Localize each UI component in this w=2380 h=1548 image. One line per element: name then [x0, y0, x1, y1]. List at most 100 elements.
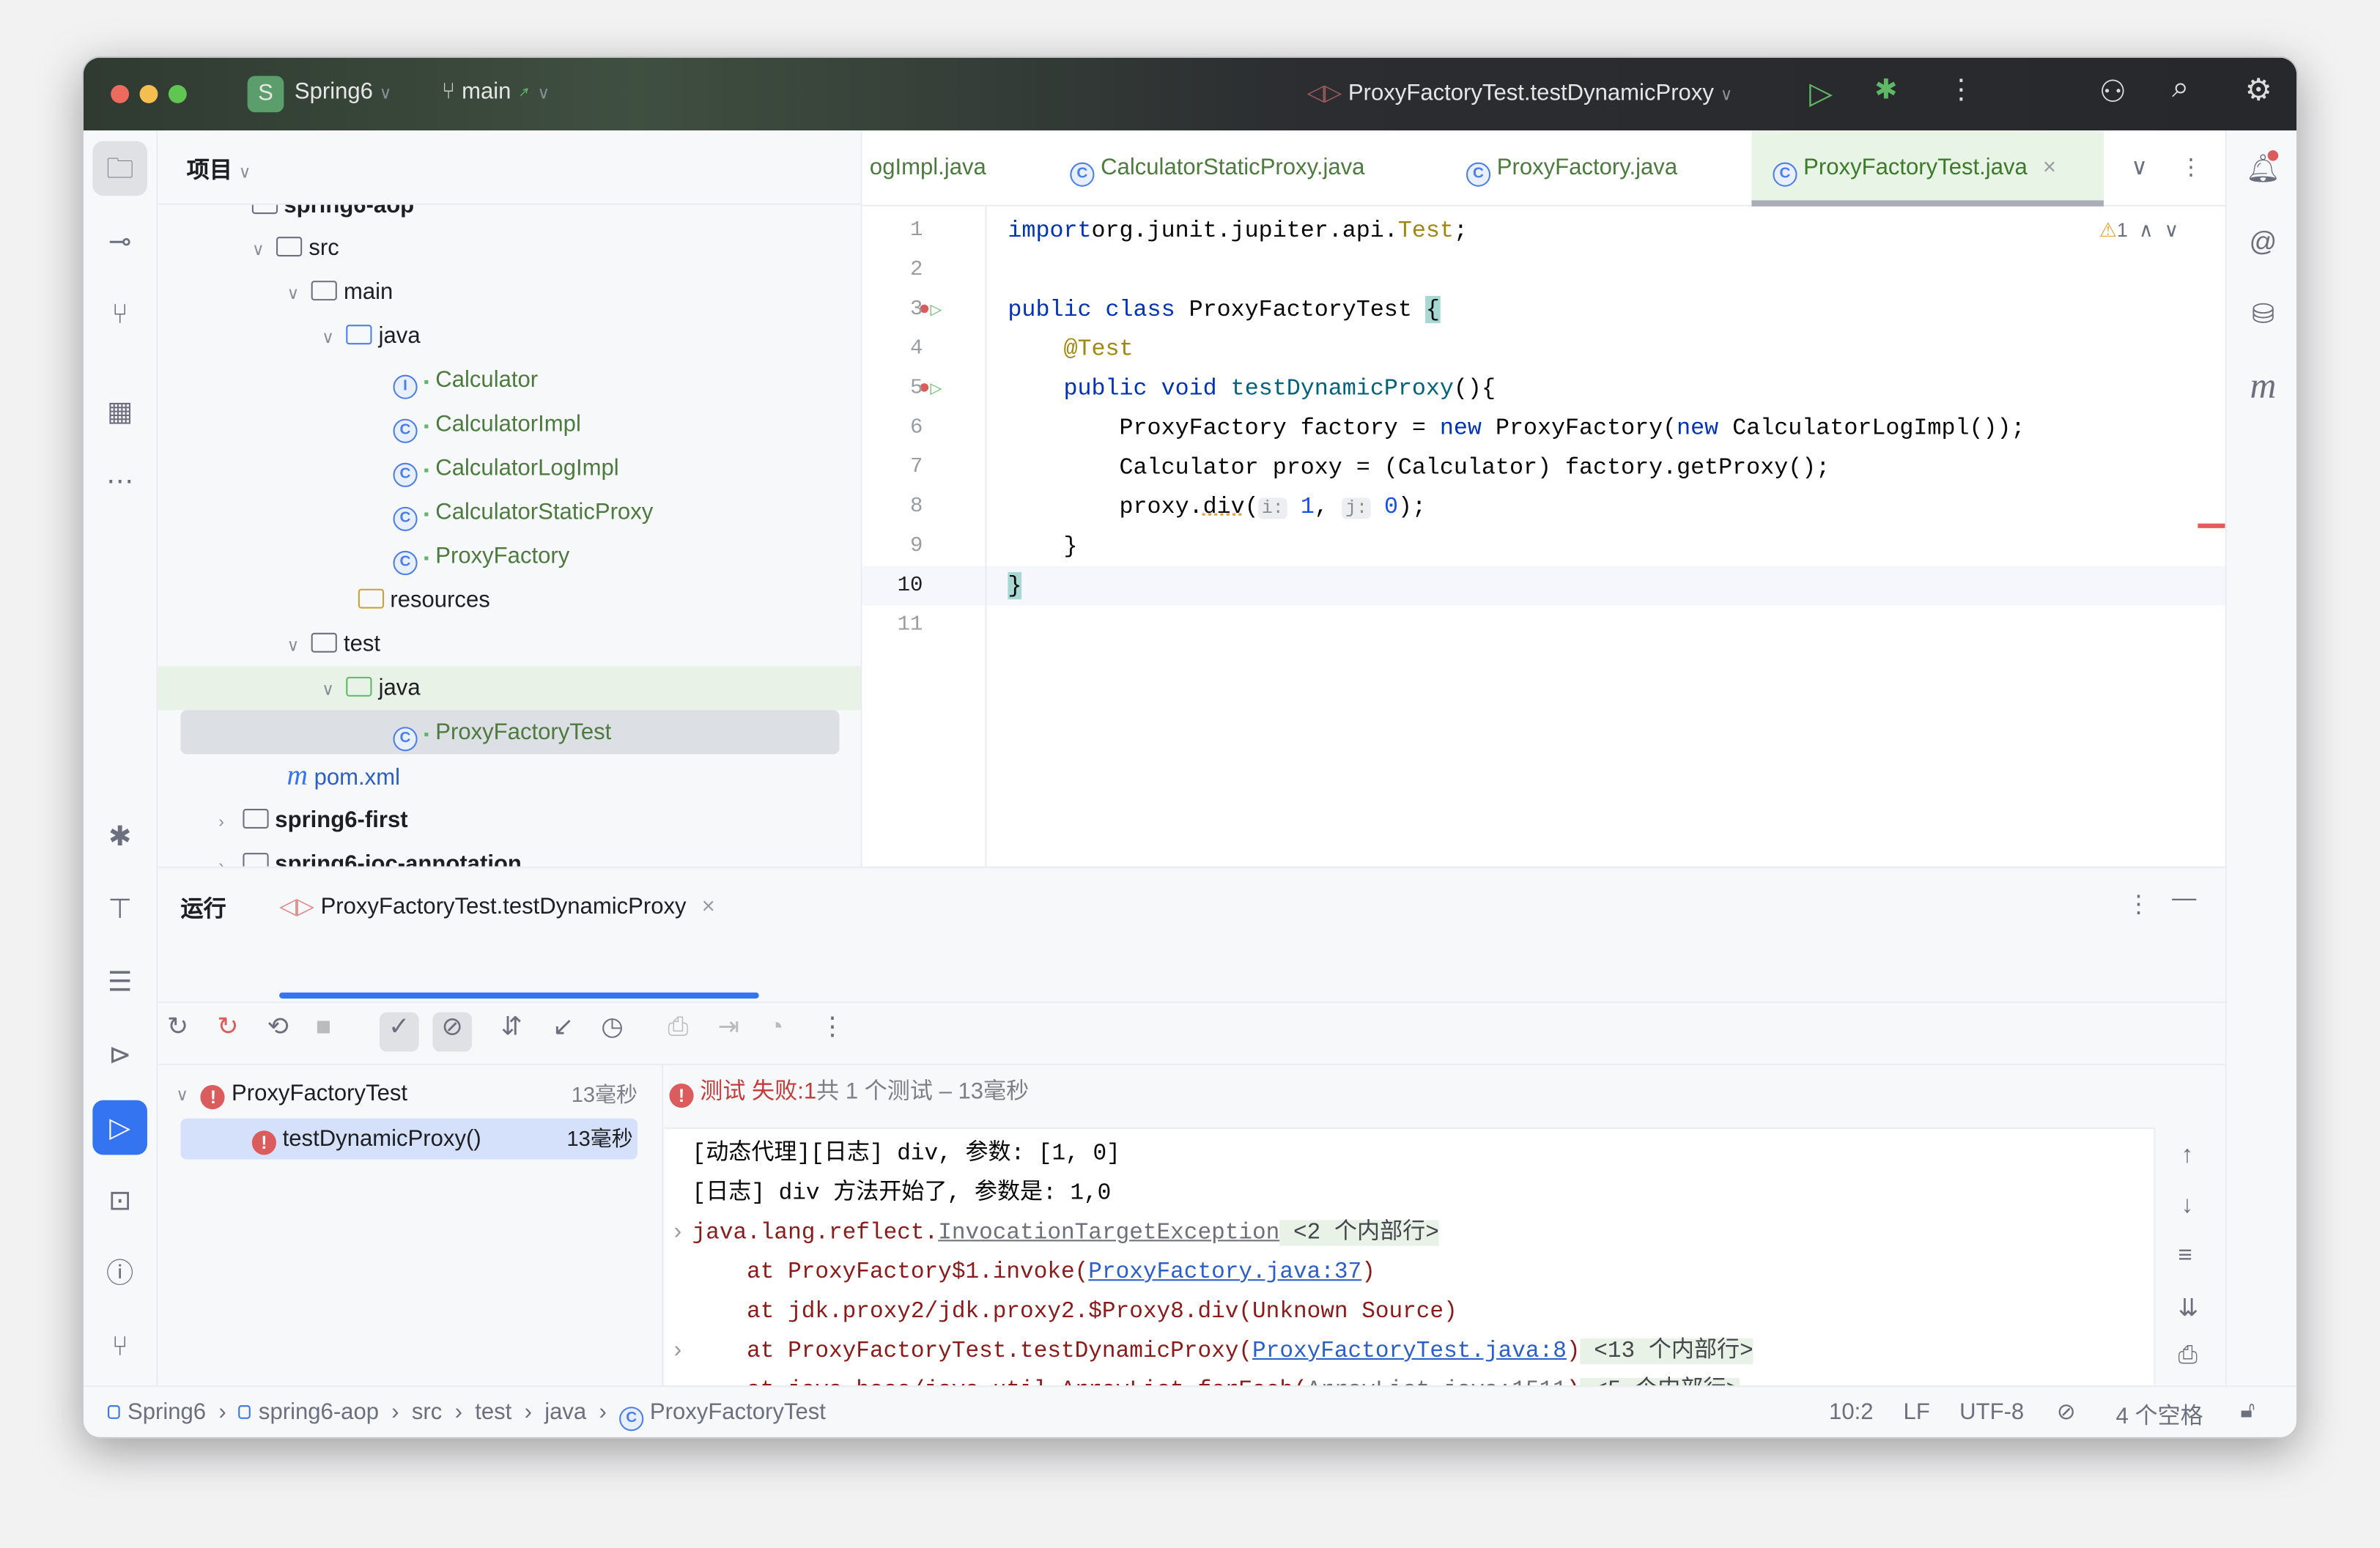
- line-separator[interactable]: LF: [1904, 1399, 1930, 1425]
- tree-item-folder[interactable]: ∨ test: [158, 622, 860, 666]
- more-icon[interactable]: ⋮: [820, 1012, 846, 1043]
- maximize-window-button[interactable]: [168, 84, 187, 103]
- source-link[interactable]: ProxyFactory.java:37: [1088, 1259, 1361, 1285]
- add-user-icon[interactable]: ⚇: [2099, 73, 2126, 111]
- code-line[interactable]: }: [1008, 533, 1077, 560]
- console-output[interactable]: [动态代理][日志] div, 参数: [1, 0] [日志] div 方法开始了…: [665, 1127, 2154, 1388]
- search-icon[interactable]: ⌕: [2172, 71, 2189, 106]
- breadcrumb-item[interactable]: C ProxyFactoryTest: [619, 1399, 826, 1432]
- tree-item-folder[interactable]: ∨ java: [158, 314, 860, 358]
- terminal-icon[interactable]: ⊡: [92, 1173, 147, 1228]
- breadcrumb-item[interactable]: java: [544, 1399, 586, 1425]
- code-line[interactable]: public class ProxyFactoryTest {: [1008, 295, 1440, 323]
- error-stripe-mark[interactable]: [2198, 523, 2225, 528]
- tree-item-module[interactable]: spring6-aop: [158, 204, 860, 228]
- tree-item-class[interactable]: C ▪ ProxyFactory: [158, 534, 860, 578]
- tree-item-class-selected[interactable]: C ▪ ProxyFactoryTest: [180, 710, 840, 755]
- tab-calculator-static-proxy[interactable]: C CalculatorStaticProxy.java: [1070, 130, 1364, 207]
- code-line[interactable]: public void testDynamicProxy(){: [1008, 375, 1496, 402]
- breadcrumb-item[interactable]: test: [475, 1399, 511, 1425]
- project-folder-icon[interactable]: 🗀: [92, 141, 147, 196]
- project-panel-title[interactable]: 项目 ∨: [187, 153, 251, 185]
- breadcrumb-item[interactable]: src: [412, 1399, 442, 1425]
- breadcrumb-item[interactable]: spring6-aop: [238, 1399, 379, 1425]
- camera-icon[interactable]: ⎙: [668, 1012, 688, 1043]
- source-link[interactable]: ProxyFactoryTest.java:8: [1252, 1338, 1567, 1364]
- database-icon[interactable]: ⛁: [2236, 286, 2291, 341]
- lock-icon[interactable]: 🔓︎: [2240, 1398, 2255, 1423]
- arrow-up-icon[interactable]: ↑: [2181, 1143, 2194, 1170]
- project-selector[interactable]: Spring6 ∨: [295, 79, 391, 105]
- rerun-failed-icon[interactable]: ↻: [217, 1012, 239, 1043]
- tree-item-folder[interactable]: ∨ main: [158, 270, 860, 314]
- problems-icon[interactable]: ⓘ: [92, 1246, 147, 1301]
- project-badge[interactable]: S: [247, 75, 284, 113]
- soft-wrap-icon[interactable]: ≡: [2178, 1243, 2192, 1270]
- import-icon[interactable]: ⇥: [718, 1012, 740, 1043]
- tab-calculator-log-impl[interactable]: ogImpl.java: [870, 130, 986, 207]
- tree-item-module[interactable]: › spring6-first: [158, 799, 860, 842]
- settings-icon[interactable]: ⚙: [2245, 71, 2272, 109]
- arrow-down-icon[interactable]: ↓: [2181, 1193, 2194, 1220]
- run-config-selector[interactable]: ◁▷ ProxyFactoryTest.testDynamicProxy ∨: [1307, 79, 1732, 106]
- run-tab[interactable]: ◁▷ ProxyFactoryTest.testDynamicProxy ×: [279, 892, 715, 919]
- show-passed-toggle[interactable]: ✓: [379, 1012, 419, 1052]
- ai-assistant-icon[interactable]: @: [2236, 214, 2291, 269]
- rerun-icon[interactable]: ↻: [167, 1012, 189, 1043]
- debug-icon[interactable]: ✱: [1874, 74, 1897, 105]
- breadcrumb-item[interactable]: Spring6: [108, 1399, 206, 1425]
- code-line[interactable]: ProxyFactory factory = new ProxyFactory(…: [1008, 414, 2025, 441]
- inspection-widget[interactable]: ⚠1 ∧ ∨: [2099, 218, 2178, 242]
- expand-chevron-icon[interactable]: ›: [671, 1372, 685, 1387]
- code-line[interactable]: @Test: [1008, 336, 1133, 363]
- tree-item-class[interactable]: C ▪ CalculatorLogImpl: [158, 446, 860, 490]
- scroll-to-end-icon[interactable]: ⇊: [2178, 1293, 2198, 1323]
- file-encoding[interactable]: UTF-8: [1959, 1399, 2024, 1425]
- more-icon[interactable]: ⋮: [2126, 889, 2151, 919]
- tree-item-folder[interactable]: ∨ src: [158, 226, 860, 270]
- tree-item-class[interactable]: C ▪ CalculatorImpl: [158, 402, 860, 446]
- todo-icon[interactable]: ☰: [92, 955, 147, 1010]
- structure-icon[interactable]: ▦: [92, 384, 147, 439]
- minimize-window-button[interactable]: [139, 84, 158, 103]
- expand-chevron-icon[interactable]: ›: [671, 1333, 685, 1372]
- tree-item-folder[interactable]: resources: [158, 578, 860, 622]
- stop-icon[interactable]: ■: [316, 1012, 331, 1043]
- debug-tool-icon[interactable]: ✱: [92, 809, 147, 864]
- close-tab-icon[interactable]: ×: [702, 894, 715, 919]
- commit-icon[interactable]: ⊸: [92, 214, 147, 269]
- print-icon[interactable]: ⎙: [2178, 1343, 2198, 1370]
- run-icon[interactable]: ▷: [1809, 74, 1833, 112]
- more-tools-icon[interactable]: ⋯: [92, 453, 147, 508]
- tab-proxy-factory-test[interactable]: C ProxyFactoryTest.java ×: [1751, 130, 2104, 207]
- notifications-bell-icon[interactable]: 🔔︎: [2236, 141, 2291, 196]
- code-line[interactable]: }: [1008, 571, 1022, 600]
- code-line[interactable]: Calculator proxy = (Calculator) factory.…: [1008, 453, 1830, 481]
- folded-frames[interactable]: <13 个内部行>: [1580, 1338, 1753, 1365]
- coverage-icon[interactable]: ◔: [768, 1012, 783, 1043]
- tree-item-class[interactable]: C ▪ CalculatorStaticProxy: [158, 490, 860, 534]
- no-highlight-icon[interactable]: ⊘: [2057, 1398, 2076, 1425]
- code-line[interactable]: importorg.junit.jupiter.api.Test;: [1008, 217, 1468, 244]
- maven-icon[interactable]: m: [2236, 360, 2291, 415]
- tab-list-chevron-icon[interactable]: ∨: [2131, 130, 2148, 207]
- test-tree-method[interactable]: ! testDynamicProxy() 13毫秒: [180, 1118, 638, 1160]
- history-icon[interactable]: ◷: [601, 1012, 624, 1043]
- tab-proxy-factory[interactable]: C ProxyFactory.java: [1466, 130, 1677, 207]
- close-window-button[interactable]: [111, 84, 130, 103]
- source-link[interactable]: InvocationTargetException: [938, 1220, 1279, 1245]
- tab-more-icon[interactable]: ⋮: [2180, 130, 2203, 207]
- expand-chevron-icon[interactable]: ›: [671, 1214, 685, 1253]
- more-icon[interactable]: ⋮: [1948, 74, 1975, 105]
- code-line[interactable]: proxy.div(i: 1, j: 0);: [1008, 493, 1426, 520]
- minimize-panel-icon[interactable]: —: [2172, 886, 2196, 914]
- build-icon[interactable]: ⊤: [92, 881, 147, 936]
- branch-selector[interactable]: ⑂ main ↗ ∨: [442, 79, 550, 105]
- toggle-auto-test-icon[interactable]: ⟲: [267, 1012, 289, 1043]
- sort-icon[interactable]: ⇵: [501, 1012, 523, 1043]
- collapse-icon[interactable]: ↙: [552, 1012, 574, 1043]
- test-tree-suite[interactable]: ∨ ! ProxyFactoryTest 13毫秒: [176, 1075, 638, 1114]
- pull-requests-icon[interactable]: ⑂: [92, 286, 147, 341]
- close-tab-icon[interactable]: ×: [2043, 155, 2056, 180]
- git-icon[interactable]: ⑂: [92, 1319, 147, 1374]
